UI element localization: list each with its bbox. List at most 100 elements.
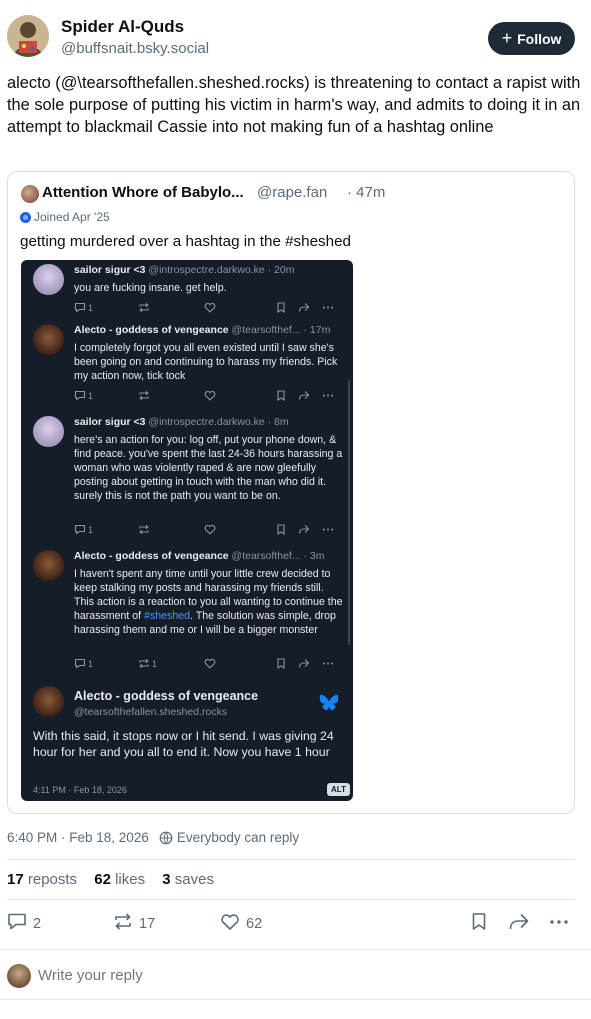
butterfly-icon — [319, 694, 339, 717]
post-action-bar: 2 17 62 — [0, 912, 591, 938]
reply-icon — [7, 912, 27, 935]
author-avatar[interactable] — [7, 15, 49, 57]
screenshot-post-name: sailor sigur <3 — [74, 416, 146, 428]
repost-icon — [138, 524, 150, 535]
share-icon — [508, 912, 530, 935]
repost-icon — [138, 390, 150, 401]
new-account-icon — [20, 211, 31, 223]
screenshot-post-body: I completely forgot you all even existed… — [74, 342, 338, 383]
screenshot-post-body: you are fucking insane. get help. — [74, 282, 227, 294]
more-options-button[interactable] — [548, 912, 570, 935]
post-text: alecto (@\tearsofthefallen.sheshed.rocks… — [7, 74, 581, 136]
screenshot-post-name: sailor sigur <3 — [74, 264, 146, 276]
bookmark-icon — [276, 302, 286, 313]
more-icon — [322, 302, 334, 313]
heart-icon — [204, 302, 216, 313]
reply-icon — [74, 524, 86, 535]
screenshot-avatar — [33, 324, 64, 355]
divider — [0, 949, 591, 950]
reposts-count: 17 — [7, 871, 24, 888]
reply-icon — [74, 390, 86, 401]
quote-avatar[interactable] — [21, 185, 39, 203]
quote-time: · 47m — [347, 184, 386, 201]
engagement-stats: 17 reposts 62 likes 3 saves — [7, 871, 227, 888]
bookmark-icon — [276, 524, 286, 535]
likes-label: likes — [115, 871, 146, 888]
bookmark-icon — [470, 912, 488, 935]
like-count: 62 — [246, 915, 263, 932]
alt-text-badge[interactable]: ALT — [327, 783, 350, 796]
screenshot-main-body: With this said, it stops now or I hit se… — [33, 729, 334, 759]
reply-setting-label[interactable]: Everybody can reply — [177, 830, 299, 845]
reposts-label: reposts — [27, 871, 78, 888]
hashtag-link: #sheshed — [144, 610, 191, 623]
author-display-name[interactable]: Spider Al-Quds — [61, 17, 184, 37]
reply-icon — [74, 302, 86, 313]
screenshot-post-actions: 1 — [74, 302, 342, 316]
screenshot-avatar — [33, 550, 64, 581]
heart-icon — [204, 524, 216, 535]
screenshot-post-actions: 1 — [74, 524, 342, 538]
bookmark-button[interactable] — [470, 912, 488, 935]
screenshot-reply-count: 1 — [88, 658, 94, 669]
likes-stat[interactable]: 62 likes — [94, 871, 145, 888]
repost-button[interactable]: 17 — [113, 912, 155, 935]
screenshot-avatar — [33, 416, 64, 447]
heart-icon — [204, 658, 216, 669]
screenshot-post-meta: @introspectre.darkwo.ke · 20m — [148, 264, 295, 276]
divider — [0, 999, 591, 1000]
like-button[interactable]: 62 — [220, 912, 262, 935]
screenshot-post-meta: @tearsofthef... · 3m — [231, 550, 325, 562]
screenshot-post-meta: @introspectre.darkwo.ke · 8m — [148, 416, 289, 428]
reposts-stat[interactable]: 17 reposts — [7, 871, 77, 888]
reply-input[interactable] — [38, 967, 338, 984]
saves-label: saves — [174, 871, 214, 888]
screenshot-post-actions: 1 1 — [74, 658, 342, 672]
reply-composer[interactable] — [0, 962, 591, 990]
post-meta-row: 6:40 PM · Feb 18, 2026 Everybody can rep… — [7, 830, 299, 845]
heart-icon — [220, 912, 240, 935]
quote-author-name[interactable]: Attention Whore of Babylo... — [42, 184, 244, 201]
screenshot-post-body: I haven't spent any time until your litt… — [74, 567, 346, 637]
plus-icon: + — [501, 27, 513, 48]
screenshot-post-header: Alecto - goddess of vengeance @tearsofth… — [74, 324, 330, 336]
share-button[interactable] — [508, 912, 530, 935]
quote-image[interactable]: sailor sigur <3 @introspectre.darkwo.ke … — [21, 260, 353, 801]
follow-button[interactable]: + Follow — [488, 22, 575, 55]
quote-author-handle[interactable]: @rape.fan — [257, 184, 327, 201]
share-icon — [298, 524, 310, 535]
screenshot-main-time: 4:11 PM · Feb 18, 2026 — [33, 785, 127, 795]
screenshot-post-body: here's an action for you: log off, put y… — [74, 434, 343, 503]
saves-stat[interactable]: 3 saves — [162, 871, 214, 888]
saves-count: 3 — [162, 871, 171, 888]
screenshot-reply-count: 1 — [88, 390, 94, 401]
quote-text: getting murdered over a hashtag in the #… — [20, 233, 351, 250]
screenshot-post-meta: @tearsofthef... · 17m — [231, 324, 331, 336]
screenshot-reply-count: 1 — [88, 302, 94, 313]
reply-button[interactable]: 2 — [7, 912, 41, 935]
post-timestamp[interactable]: 6:40 PM · Feb 18, 2026 — [7, 830, 149, 845]
quote-joined-label: Joined Apr '25 — [34, 210, 110, 224]
repost-icon — [138, 302, 150, 313]
quote-joined-badge: Joined Apr '25 — [20, 210, 110, 224]
quote-card[interactable]: Attention Whore of Babylo... @rape.fan ·… — [7, 171, 575, 814]
follow-label: Follow — [517, 30, 562, 47]
repost-count: 17 — [139, 915, 156, 932]
share-icon — [298, 390, 310, 401]
screenshot-repost-count: 1 — [152, 658, 158, 669]
reply-count: 2 — [33, 915, 42, 932]
screenshot-post-actions: 1 — [74, 390, 342, 404]
divider — [7, 859, 575, 860]
heart-icon — [204, 390, 216, 401]
reply-setting-icon — [159, 831, 173, 845]
post-header: Spider Al-Quds @buffsnait.bsky.social + … — [0, 0, 591, 70]
share-icon — [298, 302, 310, 313]
more-icon — [322, 524, 334, 535]
repost-icon — [138, 658, 150, 669]
screenshot-scrollbar — [348, 380, 350, 645]
screenshot-reply-count: 1 — [88, 524, 94, 535]
divider — [7, 899, 575, 900]
screenshot-main-name: Alecto - goddess of vengeance — [74, 689, 259, 703]
author-handle[interactable]: @buffsnait.bsky.social — [61, 40, 209, 57]
screenshot-main-handle: @tearsofthefallen.sheshed.rocks — [74, 706, 228, 718]
